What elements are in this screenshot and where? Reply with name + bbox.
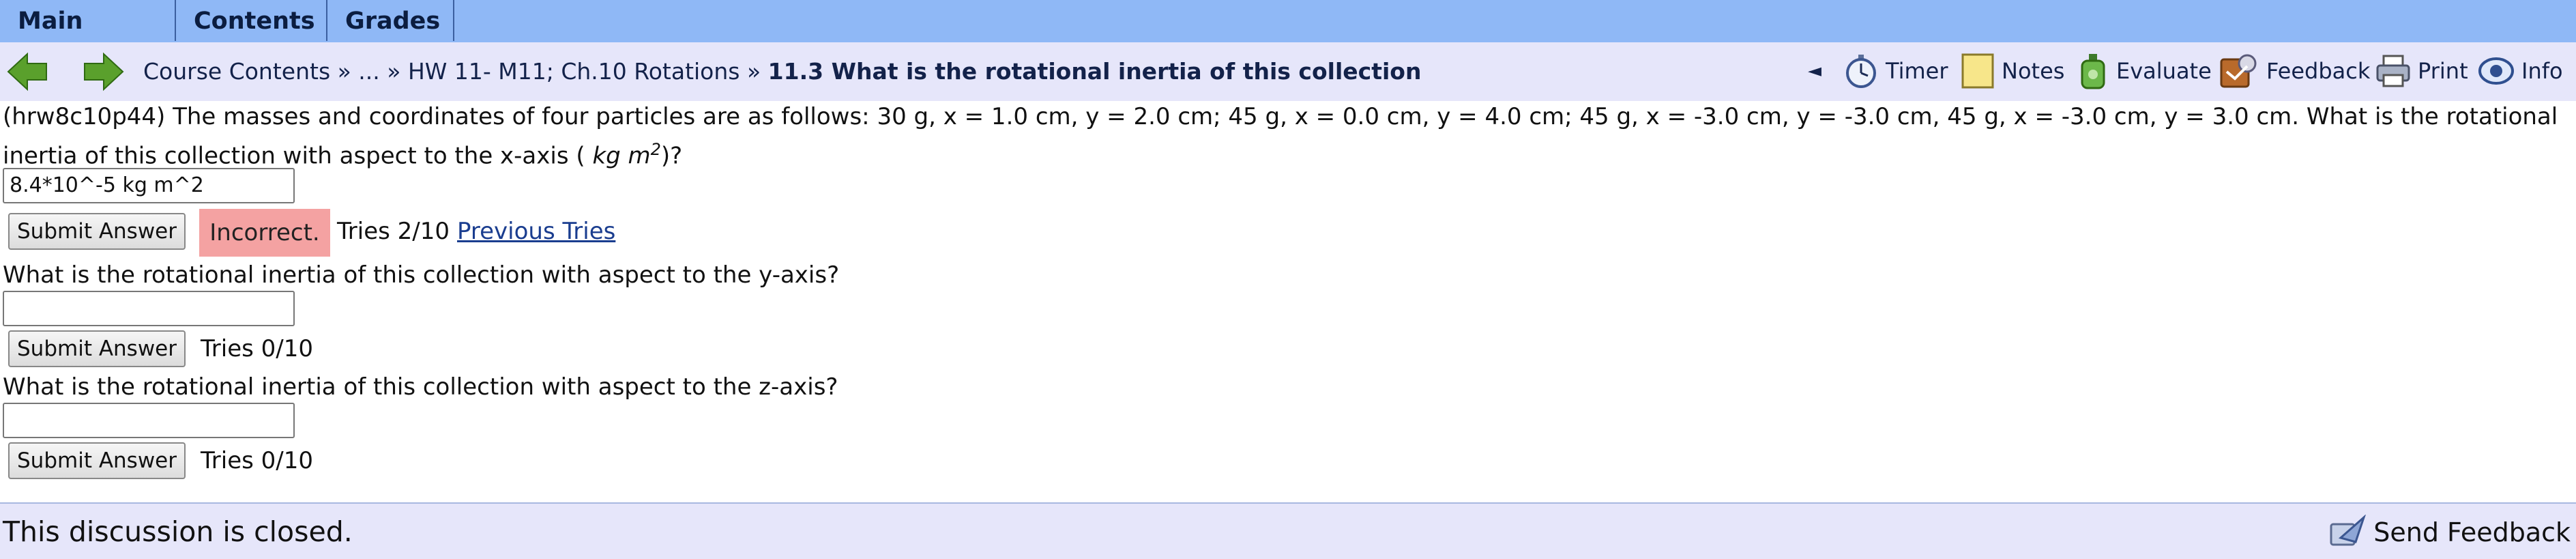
tries-count-z-axis: Tries 0/10 <box>201 447 313 474</box>
breadcrumb-separator: » ... » <box>330 58 408 85</box>
collapse-toolbar-toggle[interactable]: ◄ <box>1808 52 1821 90</box>
print-label: Print <box>2418 58 2468 84</box>
notes-label: Notes <box>2002 58 2065 84</box>
stopwatch-icon <box>1846 55 1876 88</box>
send-feedback-icon <box>2330 515 2367 546</box>
menu-contents[interactable]: Contents <box>176 0 327 41</box>
menu-grades[interactable]: Grades <box>327 0 454 41</box>
submit-answer-button-y-axis[interactable]: Submit Answer <box>8 330 186 367</box>
breadcrumb-current-page: 11.3 What is the rotational inertia of t… <box>767 58 1422 85</box>
breadcrumb-folder[interactable]: HW 11- M11; Ch.10 Rotations <box>408 58 740 85</box>
tries-count-y-axis: Tries 0/10 <box>201 335 313 362</box>
answer-input-x-axis[interactable]: 8.4*10^-5 kg m^2 <box>3 168 295 203</box>
info-eye-icon <box>2478 57 2514 85</box>
previous-tries-link[interactable]: Previous Tries <box>457 216 615 247</box>
answer-input-z-axis[interactable] <box>3 403 295 438</box>
menu-main-menu[interactable]: Main Menu <box>0 0 176 77</box>
submit-answer-button-z-axis[interactable]: Submit Answer <box>8 442 186 479</box>
tries-count-x-axis: Tries 2/10 <box>337 218 450 245</box>
notes-icon <box>1961 53 1994 89</box>
timer-label: Timer <box>1886 58 1948 84</box>
send-feedback-button[interactable]: Send Feedback <box>2328 513 2571 551</box>
info-button[interactable]: Info <box>2478 52 2563 90</box>
feedback-button[interactable]: Feedback <box>2220 52 2370 90</box>
evaluate-label: Evaluate <box>2116 58 2212 84</box>
problem-statement-line-2: inertia of this collection with aspect t… <box>3 140 683 170</box>
main-menu-bar: Main Menu Contents Grades <box>0 0 2576 77</box>
evaluate-icon <box>2081 54 2105 89</box>
print-button[interactable]: Print <box>2375 52 2468 90</box>
feedback-label: Feedback <box>2266 58 2371 84</box>
breadcrumb-separator: » <box>740 58 768 85</box>
evaluate-button[interactable]: Evaluate <box>2077 52 2212 90</box>
send-feedback-label: Send Feedback <box>2373 517 2571 547</box>
printer-icon <box>2376 55 2410 87</box>
discussion-footer: This discussion is closed. Send Feedback <box>0 502 2576 559</box>
question-y-axis: What is the rotational inertia of this c… <box>3 261 840 289</box>
back-arrow-icon[interactable] <box>7 52 49 91</box>
navigation-bar: Course Contents » ... » HW 11- M11; Ch.1… <box>0 42 2576 101</box>
notes-button[interactable]: Notes <box>1961 52 2064 90</box>
problem-statement-line-1: (hrw8c10p44) The masses and coordinates … <box>3 103 2558 130</box>
incorrect-status-badge: Incorrect. <box>199 209 330 257</box>
info-label: Info <box>2521 58 2563 84</box>
discussion-closed-text: This discussion is closed. <box>3 515 353 548</box>
breadcrumb-course-contents[interactable]: Course Contents <box>143 58 330 85</box>
submit-answer-button-x-axis[interactable]: Submit Answer <box>8 213 186 250</box>
answer-input-y-axis[interactable] <box>3 291 295 326</box>
question-z-axis: What is the rotational inertia of this c… <box>3 373 838 401</box>
forward-arrow-icon[interactable] <box>82 52 124 91</box>
feedback-icon <box>2220 54 2257 88</box>
breadcrumb: Course Contents » ... » HW 11- M11; Ch.1… <box>143 56 1421 87</box>
timer-button[interactable]: Timer <box>1843 52 1948 90</box>
